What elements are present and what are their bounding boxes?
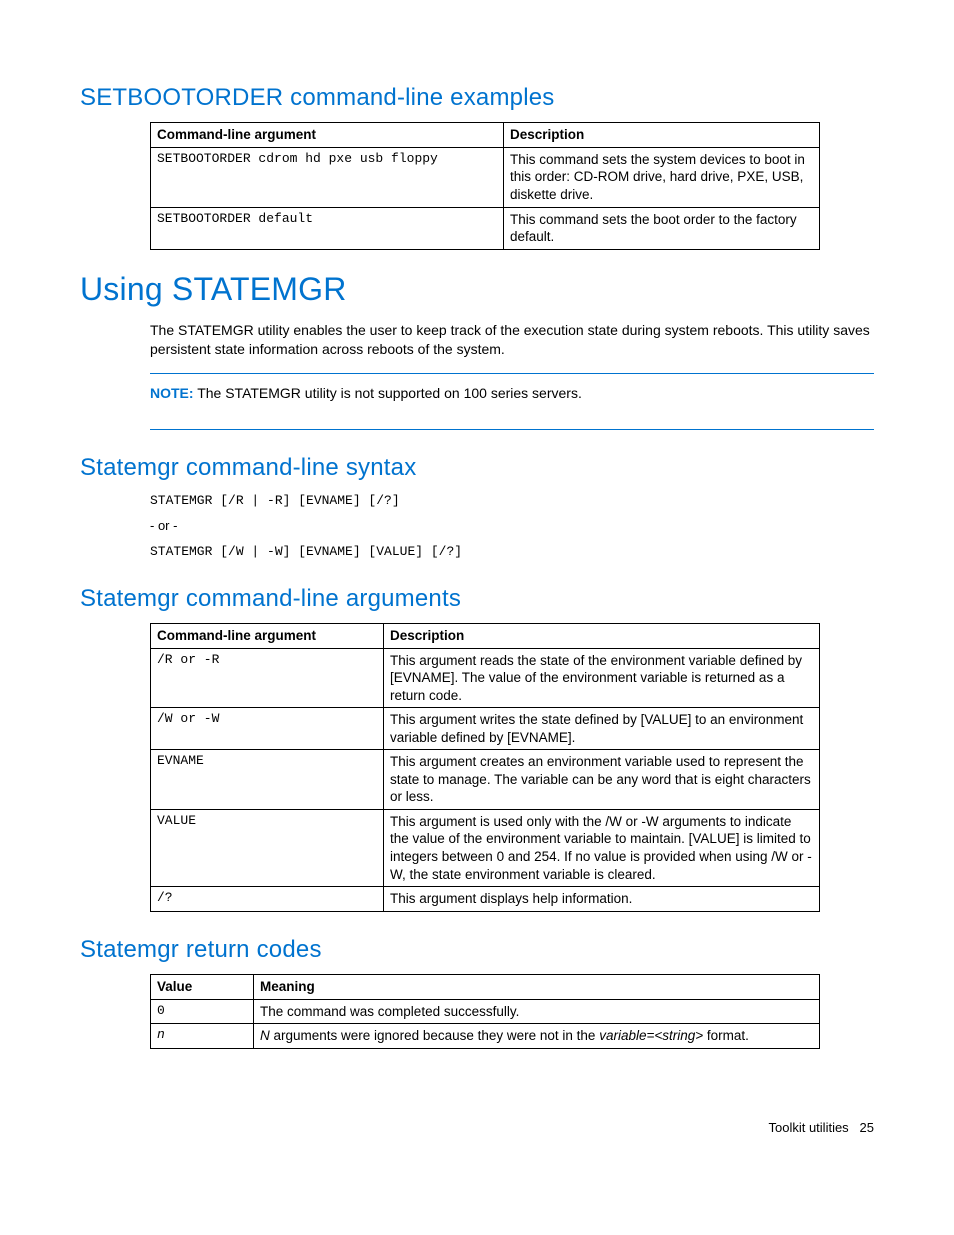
cell-arg: /W or -W — [151, 708, 384, 750]
footer-label: Toolkit utilities — [768, 1120, 848, 1135]
table-row: /R or -R This argument reads the state o… — [151, 648, 820, 708]
cell-desc: This command sets the system devices to … — [504, 147, 820, 207]
syntax-code: STATEMGR [/R | -R] [EVNAME] [/?] — [150, 492, 874, 510]
note-label: NOTE: — [150, 385, 194, 401]
cell-desc: This argument creates an environment var… — [384, 750, 820, 810]
table-setbootorder-examples: Command-line argument Description SETBOO… — [150, 122, 820, 249]
table-row: n N arguments were ignored because they … — [151, 1024, 820, 1049]
heading-setbootorder-examples: SETBOOTORDER command-line examples — [80, 82, 874, 114]
heading-statemgr-arguments: Statemgr command-line arguments — [80, 583, 874, 615]
cell-value: 0 — [151, 999, 254, 1024]
table-header-row: Value Meaning — [151, 975, 820, 1000]
table-row: /? This argument displays help informati… — [151, 887, 820, 912]
cell-arg: /R or -R — [151, 648, 384, 708]
note-box: NOTE: The STATEMGR utility is not suppor… — [150, 373, 874, 430]
syntax-code: STATEMGR [/W | -W] [EVNAME] [VALUE] [/?] — [150, 543, 874, 561]
th-value: Value — [151, 975, 254, 1000]
syntax-line-2: STATEMGR [/W | -W] [EVNAME] [VALUE] [/?] — [150, 543, 874, 561]
table-row: EVNAME This argument creates an environm… — [151, 750, 820, 810]
th-desc: Description — [504, 123, 820, 148]
th-meaning: Meaning — [254, 975, 820, 1000]
cell-meaning: N arguments were ignored because they we… — [254, 1024, 820, 1049]
table-row: /W or -W This argument writes the state … — [151, 708, 820, 750]
cell-desc: This argument is used only with the /W o… — [384, 809, 820, 886]
note-text-body: The STATEMGR utility is not supported on… — [197, 385, 582, 401]
table-row: 0 The command was completed successfully… — [151, 999, 820, 1024]
paragraph-statemgr-intro: The STATEMGR utility enables the user to… — [150, 321, 874, 359]
th-desc: Description — [384, 623, 820, 648]
table-row: SETBOOTORDER default This command sets t… — [151, 207, 820, 249]
footer-page: 25 — [860, 1120, 874, 1135]
cell-desc: This command sets the boot order to the … — [504, 207, 820, 249]
th-arg: Command-line argument — [151, 623, 384, 648]
cell-desc: This argument writes the state defined b… — [384, 708, 820, 750]
cell-value: n — [151, 1024, 254, 1049]
cell-desc: This argument reads the state of the env… — [384, 648, 820, 708]
table-header-row: Command-line argument Description — [151, 623, 820, 648]
page-footer: Toolkit utilities 25 — [80, 1119, 874, 1137]
table-row: VALUE This argument is used only with th… — [151, 809, 820, 886]
text-mid: arguments were ignored because they were… — [270, 1028, 599, 1043]
text-italic-n: N — [260, 1028, 270, 1043]
cell-arg: SETBOOTORDER cdrom hd pxe usb floppy — [151, 147, 504, 207]
th-arg: Command-line argument — [151, 123, 504, 148]
cell-meaning: The command was completed successfully. — [254, 999, 820, 1024]
table-statemgr-arguments: Command-line argument Description /R or … — [150, 623, 820, 912]
heading-statemgr-return-codes: Statemgr return codes — [80, 934, 874, 966]
cell-arg: SETBOOTORDER default — [151, 207, 504, 249]
cell-arg: EVNAME — [151, 750, 384, 810]
table-row: SETBOOTORDER cdrom hd pxe usb floppy Thi… — [151, 147, 820, 207]
text-suffix: format. — [703, 1028, 749, 1043]
cell-arg: /? — [151, 887, 384, 912]
table-statemgr-return-codes: Value Meaning 0 The command was complete… — [150, 974, 820, 1049]
syntax-or: - or - — [150, 517, 874, 535]
syntax-line-1: STATEMGR [/R | -R] [EVNAME] [/?] — [150, 492, 874, 510]
heading-using-statemgr: Using STATEMGR — [80, 268, 874, 311]
cell-desc: This argument displays help information. — [384, 887, 820, 912]
cell-arg: VALUE — [151, 809, 384, 886]
table-header-row: Command-line argument Description — [151, 123, 820, 148]
heading-statemgr-syntax: Statemgr command-line syntax — [80, 452, 874, 484]
text-italic-var: variable=<string> — [599, 1028, 703, 1043]
